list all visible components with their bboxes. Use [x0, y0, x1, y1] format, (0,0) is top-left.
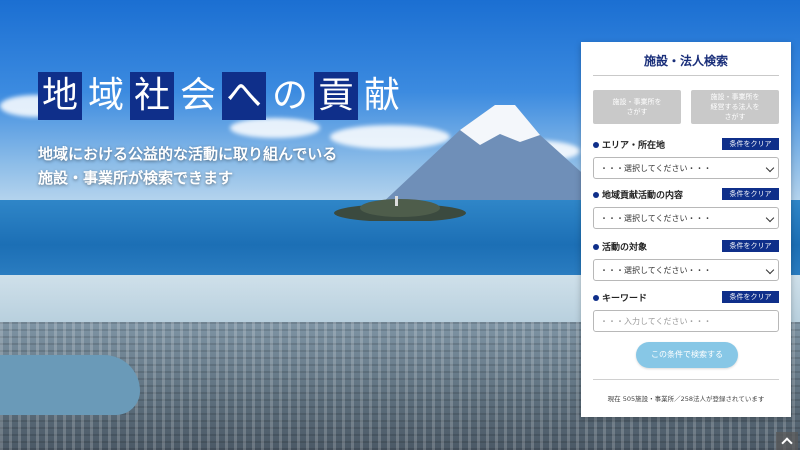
- bullet-icon: [593, 294, 599, 301]
- activity-clear-button[interactable]: 条件をクリア: [722, 188, 779, 200]
- cloud: [230, 118, 320, 138]
- target-label: 活動の対象: [593, 240, 647, 253]
- island-image: [334, 196, 466, 221]
- bullet-icon: [593, 243, 599, 250]
- chevron-up-icon[interactable]: [776, 432, 798, 450]
- keyword-label: キーワード: [593, 291, 647, 304]
- activity-label: 地域貢献活動の内容: [593, 188, 683, 201]
- mountain-image: [380, 105, 590, 205]
- activity-select-value: ・・・選択してください・・・: [600, 213, 712, 223]
- bullet-icon: [593, 191, 599, 198]
- headline-char: 会: [179, 75, 216, 116]
- activity-select[interactable]: ・・・選択してください・・・: [593, 207, 779, 229]
- search-panel: 施設・法人検索 施設・事業所を さがす 施設・事業所を 経営する法人を さがす …: [581, 42, 791, 417]
- target-select-value: ・・・選択してください・・・: [600, 265, 712, 275]
- headline-char: 献: [363, 75, 400, 116]
- hero-headline: 地域社会への貢献: [38, 72, 404, 120]
- search-corporation-button[interactable]: 施設・事業所を 経営する法人を さがす: [691, 90, 779, 124]
- keyword-clear-button[interactable]: 条件をクリア: [722, 291, 779, 303]
- hero-subtext-line2: 施設・事業所が検索できます: [38, 169, 234, 187]
- area-label-text: エリア・所在地: [602, 141, 666, 151]
- divider: [593, 379, 779, 380]
- target-clear-button[interactable]: 条件をクリア: [722, 240, 779, 252]
- headline-char: 地: [38, 72, 82, 120]
- registration-count: 現在 505施設・事業所／258法人が登録されています: [607, 395, 765, 403]
- headline-char: へ: [222, 72, 266, 120]
- chevron-down-icon: [765, 265, 775, 275]
- hero-subtext: 地域における公益的な活動に取り組んでいる 施設・事業所が検索できます: [38, 142, 337, 190]
- search-button[interactable]: この条件で検索する: [636, 342, 738, 368]
- chevron-down-icon: [765, 163, 775, 173]
- search-facility-button[interactable]: 施設・事業所を さがす: [593, 90, 681, 124]
- divider: [593, 75, 779, 76]
- search-corporation-label: 施設・事業所を 経営する法人を さがす: [710, 93, 760, 121]
- search-facility-label: 施設・事業所を さがす: [612, 98, 662, 116]
- activity-label-text: 地域貢献活動の内容: [602, 191, 684, 201]
- panel-title: 施設・法人検索: [643, 54, 728, 68]
- area-label: エリア・所在地: [593, 138, 665, 151]
- target-select[interactable]: ・・・選択してください・・・: [593, 259, 779, 281]
- headline-char: 貢: [314, 72, 358, 120]
- target-label-text: 活動の対象: [602, 243, 648, 253]
- keyword-input[interactable]: [593, 310, 779, 332]
- bullet-icon: [593, 141, 599, 148]
- area-clear-button[interactable]: 条件をクリア: [722, 138, 779, 150]
- area-select-value: ・・・選択してください・・・: [600, 163, 712, 173]
- area-select[interactable]: ・・・選択してください・・・: [593, 157, 779, 179]
- headline-char: の: [271, 75, 308, 116]
- bay-image: [0, 355, 140, 415]
- headline-char: 域: [87, 75, 124, 116]
- keyword-label-text: キーワード: [602, 294, 648, 304]
- chevron-down-icon: [765, 213, 775, 223]
- hero-subtext-line1: 地域における公益的な活動に取り組んでいる: [38, 145, 338, 163]
- headline-char: 社: [130, 72, 174, 120]
